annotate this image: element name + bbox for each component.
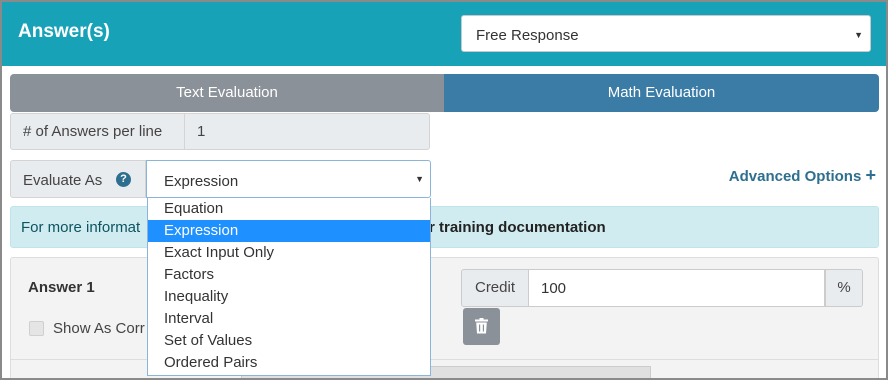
training-documentation-link[interactable]: r training documentation bbox=[429, 219, 606, 236]
advanced-options-link[interactable]: Advanced Options + bbox=[728, 165, 876, 185]
info-alert: For more informat r training documentati… bbox=[10, 206, 879, 248]
question-circle-icon[interactable]: ? bbox=[116, 172, 131, 187]
evaluate-as-dropdown: Equation Expression Exact Input Only Fac… bbox=[147, 198, 431, 376]
plus-icon: + bbox=[865, 165, 876, 185]
answers-per-line-label: # of Answers per line bbox=[11, 114, 185, 149]
option-equation[interactable]: Equation bbox=[148, 198, 430, 220]
evaluate-as-label-box: Evaluate As ? bbox=[10, 160, 146, 198]
credit-group: Credit 100 % bbox=[461, 269, 863, 307]
answers-editor: Answer(s) Free Response ▼ Text Evaluatio… bbox=[0, 0, 888, 380]
answer-title: Answer 1 bbox=[28, 279, 95, 296]
option-ordered-pairs[interactable]: Ordered Pairs bbox=[148, 352, 430, 374]
answers-header: Answer(s) Free Response ▼ bbox=[2, 2, 886, 66]
delete-answer-button[interactable] bbox=[463, 308, 500, 345]
answer-panel: Answer 1 Show As Corr Credit 100 % bbox=[10, 257, 879, 378]
option-factors[interactable]: Factors bbox=[148, 264, 430, 286]
info-text: For more informat bbox=[21, 219, 141, 236]
credit-input[interactable]: 100 bbox=[529, 269, 825, 307]
tab-text-evaluation[interactable]: Text Evaluation bbox=[10, 74, 444, 112]
show-as-correct-label: Show As Corr bbox=[53, 320, 145, 337]
option-expression[interactable]: Expression bbox=[148, 220, 430, 242]
evaluate-as-value: Expression bbox=[164, 173, 239, 190]
tab-math-evaluation[interactable]: Math Evaluation bbox=[444, 74, 879, 112]
option-inequality[interactable]: Inequality bbox=[148, 286, 430, 308]
trash-icon bbox=[475, 318, 488, 334]
answers-per-line-group: # of Answers per line 1 bbox=[10, 113, 430, 150]
caret-down-icon: ▼ bbox=[854, 30, 863, 40]
option-interval[interactable]: Interval bbox=[148, 308, 430, 330]
evaluate-as-label: Evaluate As bbox=[23, 172, 103, 189]
percent-suffix: % bbox=[825, 269, 863, 307]
panel-divider bbox=[11, 359, 878, 360]
credit-label: Credit bbox=[461, 269, 529, 307]
option-set-of-values[interactable]: Set of Values bbox=[148, 330, 430, 352]
caret-down-icon: ▼ bbox=[415, 174, 424, 184]
answers-per-line-value[interactable]: 1 bbox=[197, 114, 205, 149]
option-exact-input-only[interactable]: Exact Input Only bbox=[148, 242, 430, 264]
evaluate-as-select[interactable]: Expression ▼ bbox=[146, 160, 431, 198]
response-type-value: Free Response bbox=[476, 27, 579, 44]
response-type-select[interactable]: Free Response ▼ bbox=[461, 15, 871, 52]
header-title: Answer(s) bbox=[18, 21, 110, 42]
advanced-options-label: Advanced Options bbox=[728, 168, 862, 185]
show-as-correct-checkbox[interactable] bbox=[29, 321, 44, 336]
